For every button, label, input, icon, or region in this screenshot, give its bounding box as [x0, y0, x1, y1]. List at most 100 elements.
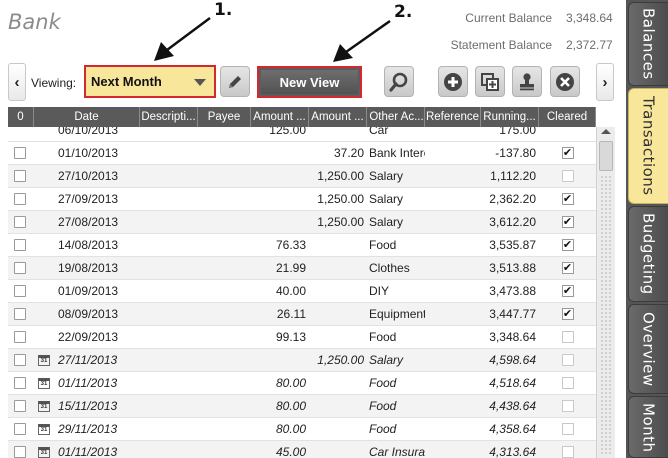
- table-row[interactable]: 27/10/2013 1,250.00 Salary 1,112.20: [8, 165, 596, 188]
- table-row[interactable]: 31 27/11/2013 1,250.00 Salary 4,598.64: [8, 349, 596, 372]
- row-select-checkbox[interactable]: [14, 445, 26, 458]
- grid-scrollbar[interactable]: [596, 127, 615, 458]
- table-row[interactable]: 01/09/2013 40.00 DIY 3,473.88 ✔: [8, 280, 596, 303]
- row-select-checkbox[interactable]: [14, 284, 26, 297]
- table-row[interactable]: 19/08/2013 21.99 Clothes 3,513.88 ✔: [8, 257, 596, 280]
- row-select-checkbox[interactable]: [14, 422, 26, 435]
- cleared-checkbox[interactable]: [561, 377, 574, 389]
- cleared-checkbox[interactable]: [561, 423, 574, 435]
- row-select-checkbox[interactable]: [14, 330, 26, 343]
- row-reference: [425, 142, 481, 165]
- statement-balance-label: Statement Balance: [450, 38, 552, 52]
- row-payee: [198, 326, 251, 349]
- table-row[interactable]: 31 01/11/2013 80.00 Food 4,518.64: [8, 372, 596, 395]
- column-header-cleared[interactable]: Cleared: [539, 107, 596, 127]
- row-running-balance: 3,612.20: [489, 214, 536, 229]
- table-row[interactable]: 22/09/2013 99.13 Food 3,348.64: [8, 326, 596, 349]
- next-view-button[interactable]: ›: [596, 63, 614, 101]
- row-reference: [425, 418, 481, 441]
- pencil-icon: [229, 75, 241, 88]
- current-balance-row: Current Balance 3,348.64: [422, 10, 612, 37]
- column-header-other-account[interactable]: Other Ac...: [367, 107, 425, 127]
- row-date: 19/08/2013: [58, 260, 119, 275]
- column-header-reference[interactable]: Reference: [425, 107, 481, 127]
- previous-view-button[interactable]: ‹: [8, 63, 26, 101]
- table-row[interactable]: 31 01/11/2013 45.00 Car Insurance 4,313.64: [8, 441, 596, 458]
- scrollbar-thumb[interactable]: [599, 141, 613, 171]
- cleared-checkbox[interactable]: [561, 446, 574, 458]
- row-select-checkbox[interactable]: [14, 192, 26, 205]
- row-description: [140, 211, 198, 234]
- column-header-description[interactable]: Descripti...: [140, 107, 198, 127]
- row-description: [140, 326, 198, 349]
- statement-balance-value: 2,372.77: [566, 38, 613, 52]
- row-other-account: Salary: [369, 168, 404, 183]
- tab-balances[interactable]: Balances: [628, 2, 668, 86]
- cleared-checkbox[interactable]: [561, 400, 574, 412]
- scroll-up-icon[interactable]: [601, 129, 611, 134]
- row-date: 27/09/2013: [58, 191, 119, 206]
- cleared-checkbox[interactable]: [561, 170, 574, 182]
- table-row[interactable]: 31 29/11/2013 80.00 Food 4,358.64: [8, 418, 596, 441]
- row-amount-out: 45.00: [275, 444, 306, 458]
- table-row[interactable]: 01/10/2013 37.20 Bank Interest -137.80 ✔: [8, 142, 596, 165]
- row-running-balance: 3,473.88: [489, 283, 536, 298]
- annotation-label-2: 2.: [394, 2, 413, 22]
- view-select[interactable]: Next Month: [84, 65, 216, 98]
- column-header-index[interactable]: 0: [8, 107, 34, 127]
- row-running-balance: 4,438.64: [489, 398, 536, 413]
- cleared-checkbox[interactable]: ✔: [561, 193, 574, 205]
- tab-overview[interactable]: Overview: [628, 304, 668, 394]
- column-header-amount-out[interactable]: Amount ...: [251, 107, 309, 127]
- cleared-checkbox[interactable]: ✔: [561, 239, 574, 251]
- tab-month[interactable]: Month: [628, 396, 668, 458]
- new-view-button[interactable]: New View: [257, 66, 362, 98]
- row-select-checkbox[interactable]: [14, 376, 26, 389]
- row-select-checkbox[interactable]: [14, 399, 26, 412]
- row-description: [140, 257, 198, 280]
- search-button[interactable]: [384, 66, 414, 97]
- table-row[interactable]: 27/08/2013 1,250.00 Salary 3,612.20 ✔: [8, 211, 596, 234]
- grid-header: 0 Date Descripti... Payee Amount ... Amo…: [8, 107, 596, 127]
- table-row-partial[interactable]: 06/10/2013 125.00 Car 175.00: [8, 127, 596, 142]
- row-date: 01/11/2013: [58, 375, 118, 390]
- cleared-checkbox[interactable]: ✔: [561, 147, 574, 159]
- row-select-checkbox[interactable]: [14, 169, 26, 182]
- row-description: [140, 188, 198, 211]
- column-header-date[interactable]: Date: [34, 107, 140, 127]
- row-payee: [198, 395, 251, 418]
- table-row[interactable]: 08/09/2013 26.11 Equipment 3,447.77 ✔: [8, 303, 596, 326]
- table-row[interactable]: 27/09/2013 1,250.00 Salary 2,362.20 ✔: [8, 188, 596, 211]
- cleared-checkbox[interactable]: [561, 331, 574, 343]
- row-running-balance: 3,447.77: [489, 306, 536, 321]
- stamp-button[interactable]: [512, 66, 542, 97]
- row-select-checkbox[interactable]: [14, 261, 26, 274]
- column-header-amount-in[interactable]: Amount ...: [309, 107, 367, 127]
- table-row[interactable]: 14/08/2013 76.33 Food 3,535.87 ✔: [8, 234, 596, 257]
- column-header-running-balance[interactable]: Running...: [481, 107, 539, 127]
- cleared-checkbox[interactable]: ✔: [561, 308, 574, 320]
- tab-budgeting[interactable]: Budgeting: [628, 206, 668, 302]
- row-date: 27/10/2013: [58, 168, 119, 183]
- row-select-checkbox[interactable]: [14, 215, 26, 228]
- cleared-checkbox[interactable]: [561, 354, 574, 366]
- duplicate-transaction-button[interactable]: [475, 66, 505, 97]
- row-select-checkbox[interactable]: [14, 146, 26, 159]
- window-title: Bank: [8, 10, 61, 34]
- scrollbar-track[interactable]: [600, 175, 612, 455]
- row-select-checkbox[interactable]: [14, 307, 26, 320]
- tab-transactions[interactable]: Transactions: [628, 88, 668, 204]
- add-transaction-button[interactable]: [438, 66, 468, 97]
- row-select-checkbox[interactable]: [14, 353, 26, 366]
- row-reference: [425, 395, 481, 418]
- row-other-account: Equipment: [369, 306, 425, 321]
- edit-view-button[interactable]: [220, 66, 250, 97]
- column-header-payee[interactable]: Payee: [198, 107, 251, 127]
- row-select-checkbox[interactable]: [14, 238, 26, 251]
- stamp-icon: [520, 72, 534, 90]
- cleared-checkbox[interactable]: ✔: [561, 216, 574, 228]
- cleared-checkbox[interactable]: ✔: [561, 262, 574, 274]
- cleared-checkbox[interactable]: ✔: [561, 285, 574, 297]
- delete-transaction-button[interactable]: [550, 66, 580, 97]
- table-row[interactable]: 31 15/11/2013 80.00 Food 4,438.64: [8, 395, 596, 418]
